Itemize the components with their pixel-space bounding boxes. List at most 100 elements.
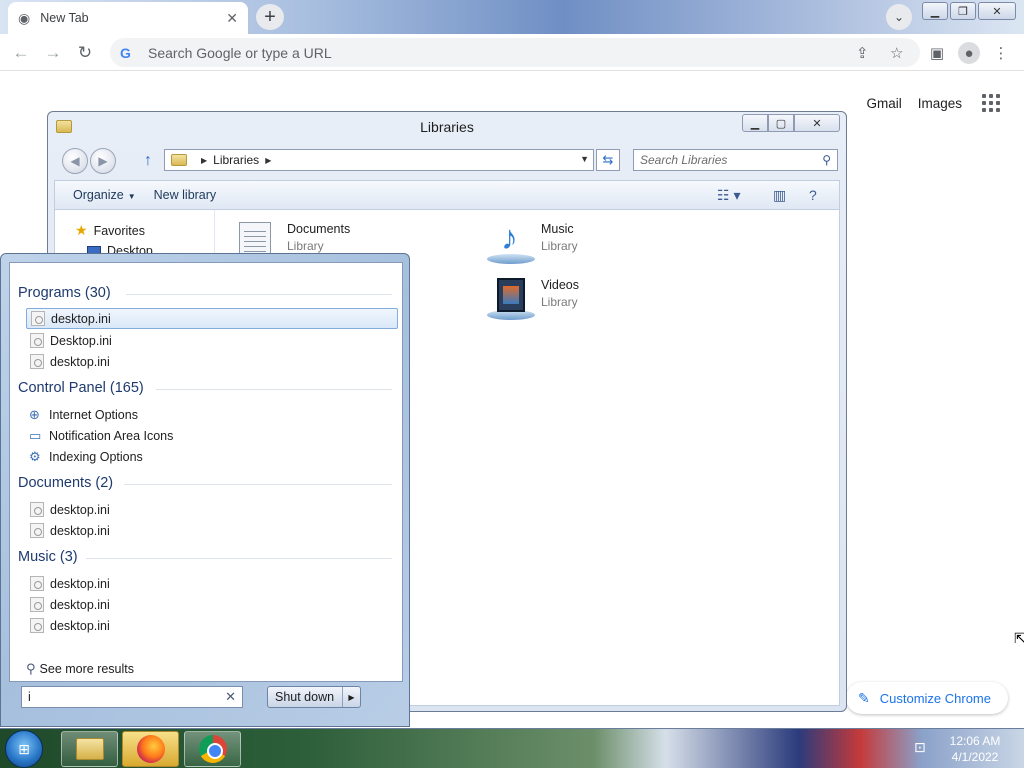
result-item[interactable]: desktop.ini bbox=[26, 594, 110, 615]
explorer-maximize-button[interactable]: ▢ bbox=[768, 114, 794, 132]
tab-title: New Tab bbox=[40, 11, 89, 25]
result-item[interactable]: desktop.ini bbox=[26, 520, 110, 541]
start-menu: Programs (30) desktop.ini Desktop.ini de… bbox=[0, 253, 410, 727]
minimize-button[interactable]: ▁ bbox=[922, 2, 948, 20]
google-apps-icon[interactable] bbox=[982, 94, 1000, 112]
address-dropdown-icon[interactable]: ▼ bbox=[580, 154, 589, 164]
clear-search-icon[interactable]: ✕ bbox=[225, 687, 236, 707]
breadcrumb-arrow-icon[interactable]: ▶ bbox=[265, 156, 271, 165]
ini-file-icon bbox=[30, 333, 44, 348]
nav-favorites[interactable]: ★ Favorites bbox=[75, 222, 145, 239]
chrome-menu-icon[interactable]: ⋮ bbox=[990, 42, 1012, 64]
result-item[interactable]: ⊕ Internet Options bbox=[26, 404, 138, 425]
close-tab-icon[interactable]: ✕ bbox=[226, 10, 238, 27]
firefox-icon bbox=[136, 735, 165, 763]
explorer-close-button[interactable]: ✕ bbox=[794, 114, 840, 132]
group-divider bbox=[156, 389, 392, 390]
library-music[interactable]: ♪ Music Library bbox=[487, 218, 578, 266]
shutdown-button[interactable]: Shut down ▶ bbox=[267, 686, 361, 708]
back-button[interactable]: ← bbox=[8, 40, 34, 66]
start-search-value: i bbox=[28, 690, 31, 704]
bookmark-star-icon[interactable]: ☆ bbox=[890, 44, 903, 62]
restore-button[interactable]: ❐ bbox=[950, 2, 976, 20]
help-icon[interactable]: ? bbox=[809, 187, 817, 203]
pencil-icon: ✎ bbox=[858, 689, 870, 706]
see-more-results-link[interactable]: ⚲ See more results bbox=[26, 661, 134, 677]
library-folder-icon bbox=[171, 154, 187, 166]
ini-file-icon bbox=[30, 576, 44, 591]
group-divider bbox=[124, 484, 392, 485]
result-item[interactable]: desktop.ini bbox=[26, 351, 110, 372]
new-library-button[interactable]: New library bbox=[154, 188, 217, 202]
refresh-button[interactable]: ⇆ bbox=[596, 149, 620, 171]
shutdown-options-arrow-icon[interactable]: ▶ bbox=[342, 687, 360, 707]
group-header-documents[interactable]: Documents (2) bbox=[18, 475, 113, 491]
taskbar: ⊞ ⊡ 12:06 AM 4/1/2022 bbox=[0, 728, 1024, 768]
result-item[interactable]: ⚙ Indexing Options bbox=[26, 446, 143, 467]
ini-file-icon bbox=[30, 354, 44, 369]
breadcrumb-arrow-icon[interactable]: ▶ bbox=[201, 156, 207, 165]
omnibox-placeholder: Search Google or type a URL bbox=[148, 44, 332, 61]
share-icon[interactable]: ⇪ bbox=[856, 44, 869, 62]
star-icon: ★ bbox=[75, 222, 88, 238]
profile-avatar-icon[interactable]: ● bbox=[958, 42, 980, 64]
shutdown-label: Shut down bbox=[275, 690, 335, 704]
search-icon: ⚲ bbox=[822, 153, 831, 167]
result-item[interactable]: desktop.ini bbox=[26, 573, 110, 594]
explorer-minimize-button[interactable]: ▁ bbox=[742, 114, 768, 132]
videos-library-icon bbox=[487, 274, 535, 322]
taskbar-explorer-button[interactable] bbox=[61, 731, 118, 767]
window-title: Libraries bbox=[420, 119, 474, 135]
tab-search-button[interactable]: ⌄ bbox=[886, 4, 912, 30]
preview-pane-icon[interactable]: ▥ bbox=[773, 187, 786, 204]
reload-button[interactable]: ↻ bbox=[72, 40, 98, 66]
group-header-music[interactable]: Music (3) bbox=[18, 549, 78, 565]
omnibox[interactable]: G Search Google or type a URL ⇪ ☆ bbox=[110, 38, 920, 67]
notification-area-icon: ▭ bbox=[29, 428, 42, 443]
new-tab-button[interactable]: + bbox=[256, 4, 284, 30]
up-arrow-icon[interactable]: ↑ bbox=[144, 152, 152, 170]
system-clock[interactable]: 12:06 AM 4/1/2022 bbox=[944, 733, 1006, 765]
network-icon[interactable]: ⊡ bbox=[914, 739, 926, 756]
address-bar[interactable]: ▶ Libraries ▶ ▼ bbox=[164, 149, 594, 171]
result-item[interactable]: desktop.ini bbox=[26, 615, 110, 636]
explorer-forward-button[interactable]: ▶ bbox=[90, 148, 116, 174]
clock-date: 4/1/2022 bbox=[951, 750, 999, 764]
result-item[interactable]: desktop.ini bbox=[26, 308, 398, 329]
breadcrumb-libraries[interactable]: Libraries bbox=[213, 153, 259, 167]
result-item[interactable]: ▭ Notification Area Icons bbox=[26, 425, 173, 446]
indexing-options-icon: ⚙ bbox=[29, 449, 41, 464]
internet-options-icon: ⊕ bbox=[29, 407, 40, 422]
gmail-link[interactable]: Gmail bbox=[866, 96, 901, 111]
group-header-programs[interactable]: Programs (30) bbox=[18, 285, 111, 301]
search-libraries-input[interactable]: Search Libraries ⚲ bbox=[633, 149, 838, 171]
organize-menu[interactable]: Organize ▼ bbox=[73, 188, 136, 202]
google-g-icon: G bbox=[120, 44, 131, 61]
tab-new-tab[interactable]: ◉ New Tab ✕ bbox=[8, 2, 248, 34]
change-view-icon[interactable]: ☷ ▾ bbox=[717, 187, 740, 204]
start-search-input[interactable]: i ✕ bbox=[21, 686, 243, 708]
side-panel-icon[interactable]: ▣ bbox=[926, 42, 948, 64]
result-item[interactable]: desktop.ini bbox=[26, 499, 110, 520]
chrome-favicon-icon: ◉ bbox=[18, 9, 31, 26]
forward-button[interactable]: → bbox=[40, 40, 66, 66]
start-button-windows-icon[interactable]: ⊞ bbox=[5, 730, 43, 768]
ini-file-icon bbox=[30, 502, 44, 517]
google-header-links: Gmail Images bbox=[866, 94, 1000, 112]
search-results: Programs (30) desktop.ini Desktop.ini de… bbox=[9, 262, 403, 682]
taskbar-chrome-button[interactable] bbox=[184, 731, 241, 767]
music-library-icon: ♪ bbox=[487, 218, 535, 266]
images-link[interactable]: Images bbox=[918, 96, 962, 111]
search-icon: ⚲ bbox=[26, 661, 36, 676]
explorer-nav-buttons: ◀ ▶ bbox=[62, 148, 124, 174]
search-libraries-placeholder: Search Libraries bbox=[640, 153, 728, 167]
explorer-back-button[interactable]: ◀ bbox=[62, 148, 88, 174]
close-window-button[interactable]: ✕ bbox=[978, 2, 1016, 20]
result-item[interactable]: Desktop.ini bbox=[26, 330, 112, 351]
library-videos[interactable]: Videos Library bbox=[487, 274, 579, 322]
group-header-control-panel[interactable]: Control Panel (165) bbox=[18, 380, 144, 396]
customize-chrome-button[interactable]: ✎ Customize Chrome bbox=[846, 682, 1008, 714]
ini-file-icon bbox=[30, 597, 44, 612]
taskbar-firefox-button[interactable] bbox=[122, 731, 179, 767]
group-divider bbox=[126, 294, 392, 295]
